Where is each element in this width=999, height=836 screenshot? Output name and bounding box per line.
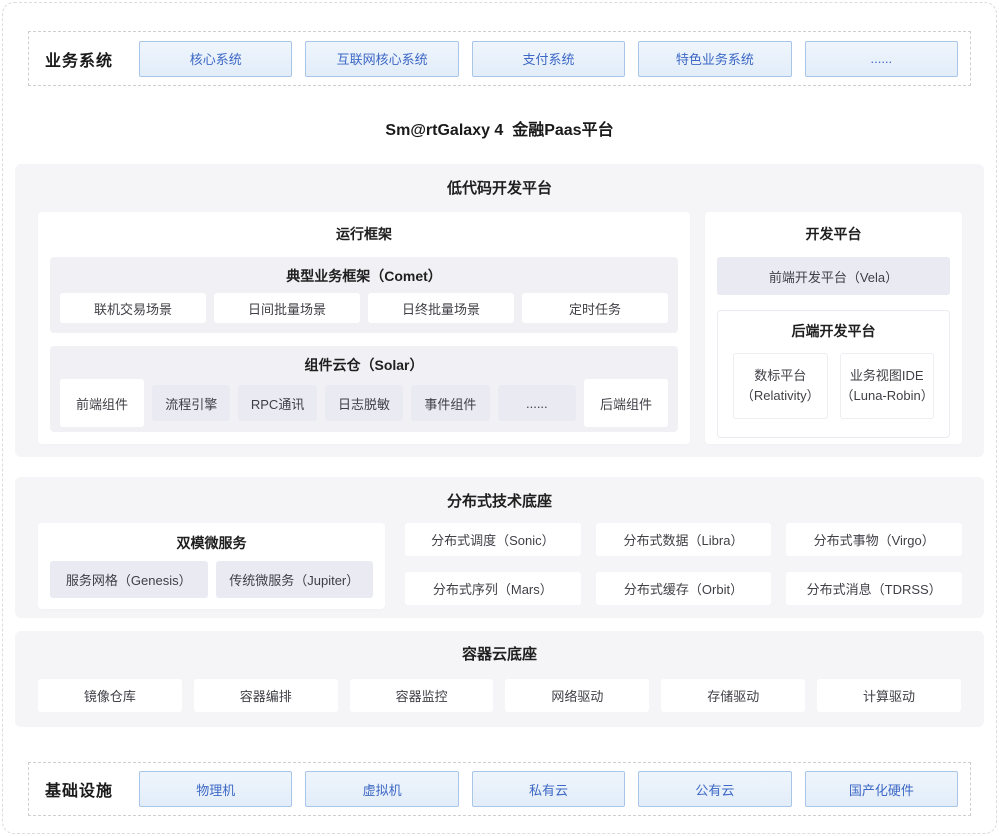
solar-title: 组件云仓（Solar） bbox=[50, 346, 678, 375]
comet-item: 定时任务 bbox=[522, 293, 668, 323]
business-system-box: ...... bbox=[805, 41, 958, 77]
solar-item: ...... bbox=[498, 385, 576, 421]
comet-item: 日终批量场景 bbox=[368, 293, 514, 323]
backend-item-line: 数标平台 bbox=[754, 366, 806, 386]
backend-dev-items: 数标平台 （Relativity） 业务视图IDE （Luna-Robin） bbox=[718, 353, 949, 419]
solar-back-item: 后端组件 bbox=[584, 379, 668, 427]
comet-title: 典型业务框架（Comet） bbox=[50, 257, 678, 286]
backend-dev-platform-box: 后端开发平台 数标平台 （Relativity） 业务视图IDE （Luna-R… bbox=[717, 310, 950, 438]
solar-items: 前端组件 流程引擎 RPC通讯 日志脱敏 事件组件 ...... 后端组件 bbox=[50, 379, 678, 427]
business-system-box: 核心系统 bbox=[139, 41, 292, 77]
solar-item: 流程引擎 bbox=[152, 385, 230, 421]
dual-mode-item: 传统微服务（Jupiter） bbox=[216, 561, 374, 598]
distributed-title: 分布式技术底座 bbox=[15, 477, 984, 511]
solar-item: 事件组件 bbox=[411, 385, 489, 421]
dual-mode-item: 服务网格（Genesis） bbox=[50, 561, 208, 598]
comet-item: 联机交易场景 bbox=[60, 293, 206, 323]
business-systems-band: 业务系统 核心系统 互联网核心系统 支付系统 特色业务系统 ...... bbox=[28, 31, 971, 86]
infrastructure-box: 公有云 bbox=[638, 771, 791, 807]
container-cloud-item: 计算驱动 bbox=[817, 679, 961, 712]
dual-mode-card: 双模微服务 服务网格（Genesis） 传统微服务（Jupiter） bbox=[38, 523, 385, 609]
backend-dev-item: 业务视图IDE （Luna-Robin） bbox=[840, 353, 935, 419]
platform-title: Sm@rtGalaxy 4 金融Paas平台 bbox=[0, 116, 999, 140]
business-systems-label: 业务系统 bbox=[29, 47, 129, 71]
distributed-item: 分布式序列（Mars） bbox=[405, 572, 581, 605]
backend-dev-item: 数标平台 （Relativity） bbox=[733, 353, 828, 419]
dual-mode-title: 双模微服务 bbox=[38, 523, 385, 553]
business-system-box: 特色业务系统 bbox=[638, 41, 791, 77]
container-cloud-item: 镜像仓库 bbox=[38, 679, 182, 712]
solar-front-item: 前端组件 bbox=[60, 379, 144, 427]
infrastructure-box: 国产化硬件 bbox=[805, 771, 958, 807]
backend-dev-title: 后端开发平台 bbox=[718, 311, 949, 341]
distributed-item: 分布式事物（Virgo） bbox=[786, 523, 962, 556]
comet-items: 联机交易场景 日间批量场景 日终批量场景 定时任务 bbox=[50, 293, 678, 323]
infrastructure-box: 虚拟机 bbox=[305, 771, 458, 807]
solar-item: RPC通讯 bbox=[238, 385, 316, 421]
business-systems-items: 核心系统 互联网核心系统 支付系统 特色业务系统 ...... bbox=[139, 41, 958, 77]
distributed-items: 分布式调度（Sonic） 分布式数据（Libra） 分布式事物（Virgo） 分… bbox=[405, 523, 962, 605]
distributed-item: 分布式消息（TDRSS） bbox=[786, 572, 962, 605]
distributed-item: 分布式调度（Sonic） bbox=[405, 523, 581, 556]
container-cloud-item: 网络驱动 bbox=[505, 679, 649, 712]
backend-item-line: （Luna-Robin） bbox=[841, 386, 934, 406]
solar-item: 日志脱敏 bbox=[325, 385, 403, 421]
distributed-item: 分布式数据（Libra） bbox=[596, 523, 772, 556]
vela-platform-box: 前端开发平台（Vela） bbox=[717, 257, 950, 295]
infrastructure-label: 基础设施 bbox=[29, 777, 129, 801]
backend-item-line: 业务视图IDE bbox=[850, 366, 924, 386]
infrastructure-box: 私有云 bbox=[472, 771, 625, 807]
distributed-item: 分布式缓存（Orbit） bbox=[596, 572, 772, 605]
comet-framework-box: 典型业务框架（Comet） 联机交易场景 日间批量场景 日终批量场景 定时任务 bbox=[50, 257, 678, 333]
infrastructure-band: 基础设施 物理机 虚拟机 私有云 公有云 国产化硬件 bbox=[28, 762, 971, 816]
dev-platform-card: 开发平台 前端开发平台（Vela） 后端开发平台 数标平台 （Relativit… bbox=[705, 212, 962, 444]
business-system-box: 支付系统 bbox=[472, 41, 625, 77]
runtime-framework-card: 运行框架 典型业务框架（Comet） 联机交易场景 日间批量场景 日终批量场景 … bbox=[38, 212, 690, 444]
solar-component-box: 组件云仓（Solar） 前端组件 流程引擎 RPC通讯 日志脱敏 事件组件 ..… bbox=[50, 346, 678, 432]
backend-item-line: （Relativity） bbox=[741, 386, 820, 406]
comet-item: 日间批量场景 bbox=[214, 293, 360, 323]
container-cloud-items: 镜像仓库 容器编排 容器监控 网络驱动 存储驱动 计算驱动 bbox=[15, 679, 984, 712]
business-system-box: 互联网核心系统 bbox=[305, 41, 458, 77]
container-cloud-item: 存储驱动 bbox=[661, 679, 805, 712]
low-code-section: 低代码开发平台 运行框架 典型业务框架（Comet） 联机交易场景 日间批量场景… bbox=[15, 164, 984, 457]
infrastructure-items: 物理机 虚拟机 私有云 公有云 国产化硬件 bbox=[139, 771, 958, 807]
container-cloud-item: 容器监控 bbox=[350, 679, 494, 712]
infrastructure-box: 物理机 bbox=[139, 771, 292, 807]
container-cloud-item: 容器编排 bbox=[194, 679, 338, 712]
runtime-framework-title: 运行框架 bbox=[38, 212, 690, 244]
dev-platform-title: 开发平台 bbox=[705, 212, 962, 244]
distributed-section: 分布式技术底座 双模微服务 服务网格（Genesis） 传统微服务（Jupite… bbox=[15, 477, 984, 618]
dual-mode-items: 服务网格（Genesis） 传统微服务（Jupiter） bbox=[38, 561, 385, 598]
architecture-diagram: 业务系统 核心系统 互联网核心系统 支付系统 特色业务系统 ...... Sm@… bbox=[0, 0, 999, 836]
container-cloud-title: 容器云底座 bbox=[15, 631, 984, 664]
container-cloud-section: 容器云底座 镜像仓库 容器编排 容器监控 网络驱动 存储驱动 计算驱动 bbox=[15, 631, 984, 727]
low-code-title: 低代码开发平台 bbox=[15, 164, 984, 198]
